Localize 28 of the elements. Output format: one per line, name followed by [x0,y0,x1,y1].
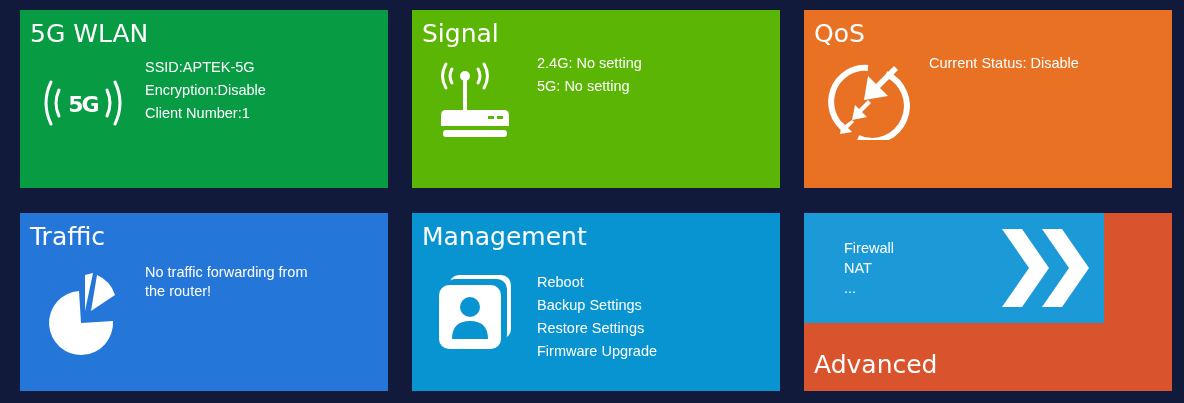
advanced-item-text: NAT [844,259,873,278]
tile-info-text: Encryption:Disable [145,81,267,100]
tile-info-text: Restore Settings [537,319,646,338]
tile-info-text: Current Status: Disable [929,54,1080,73]
dashboard-tile[interactable]: 5G WLAN 5G SSID:APTEK-5G Encryption:Disable Client Number:1 [20,10,388,188]
tile-title: QoS [813,18,866,50]
tile-title: Management [421,221,588,253]
tile-title: Signal [421,18,500,50]
tile-title: Traffic [29,221,107,253]
advanced-item-text: Firewall [844,239,894,258]
dashboard-tile[interactable]: Traffic No traffic forwarding from the router! [20,213,388,391]
tile-info-text: Firmware Upgrade [537,342,659,361]
tile-info-text: Client Number:1 [145,104,251,123]
tile-info-text: SSID:APTEK-5G [145,58,256,77]
tile-info-text: No traffic forwarding from the router! [145,263,309,301]
profile-cards-icon [436,273,513,351]
dashboard-tile[interactable]: Management Reboot Backup Settings Restore Settings Firmware Upgrade [412,213,780,391]
advanced-item-text: ... [844,279,858,298]
tile-info-text: 2.4G: No setting [537,54,643,73]
tile-title: Advanced [813,349,939,381]
tile-info-text: 5G: No setting [537,77,631,96]
dashboard-tile[interactable]: Signal 2.4G: No setting 5G: No setting [412,10,780,188]
tile-title: 5G WLAN [29,18,150,50]
double-chevron-icon [1002,229,1090,307]
dashboard-tile[interactable]: Firewall NAT ... Advanced [804,213,1172,391]
tile-info-text: Backup Settings [537,296,643,315]
tile-info-text: Reboot [537,273,585,292]
dashboard-tile[interactable]: QoS Current Status: Disable [804,10,1172,188]
